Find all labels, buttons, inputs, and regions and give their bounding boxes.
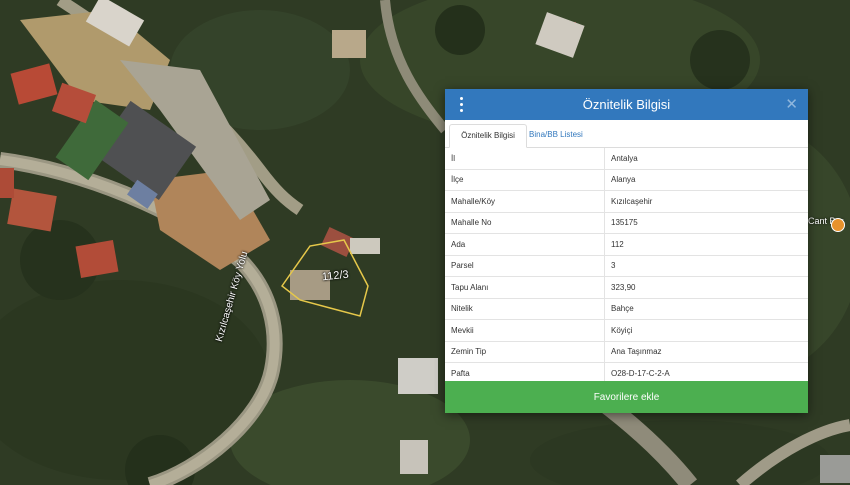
row-value: 112 xyxy=(604,233,808,256)
row-key: Zemin Tip xyxy=(445,341,605,363)
row-key: Mahalle No xyxy=(445,212,605,234)
row-value: Kızılcaşehir xyxy=(604,190,808,213)
attribute-dialog: Öznitelik Bilgisi ✕ Öznitelik Bilgisi Bi… xyxy=(445,89,808,413)
row-key: Nitelik xyxy=(445,298,605,320)
table-row: Nitelik Bahçe xyxy=(445,298,808,320)
table-row: Mevkii Köyiçi xyxy=(445,319,808,342)
table-row: Ada 112 xyxy=(445,233,808,256)
row-value: Bahçe xyxy=(604,298,808,320)
table-row: Mahalle No 135175 xyxy=(445,212,808,234)
table-row: Zemin Tip Ana Taşınmaz xyxy=(445,341,808,363)
row-key: Mevkii xyxy=(445,319,605,342)
row-value: Ana Taşınmaz xyxy=(604,341,808,363)
tab-attribute-info[interactable]: Öznitelik Bilgisi xyxy=(449,124,527,148)
row-value: 323,90 xyxy=(604,276,808,299)
table-row: Mahalle/Köy Kızılcaşehir xyxy=(445,190,808,213)
poi-marker-icon[interactable] xyxy=(831,218,845,232)
attribute-table: İl Antalya İlçe Alanya Mahalle/Köy Kızılcaş… xyxy=(445,148,808,385)
row-key: İlçe xyxy=(445,169,605,191)
row-key: İl xyxy=(445,148,605,170)
table-row: İl Antalya xyxy=(445,148,808,170)
row-value: Alanya xyxy=(604,169,808,191)
dialog-header: Öznitelik Bilgisi ✕ xyxy=(445,89,808,120)
table-row: Tapu Alanı 323,90 xyxy=(445,276,808,299)
table-row: Parsel 3 xyxy=(445,255,808,277)
row-key: Tapu Alanı xyxy=(445,276,605,299)
row-key: Parsel xyxy=(445,255,605,277)
tab-building-list[interactable]: Bina/BB Listesi xyxy=(523,124,589,146)
close-icon[interactable]: ✕ xyxy=(785,95,798,113)
add-to-favorites-button[interactable]: Favorilere ekle xyxy=(445,381,808,413)
tab-bar: Öznitelik Bilgisi Bina/BB Listesi xyxy=(445,120,808,148)
dialog-title: Öznitelik Bilgisi xyxy=(582,97,671,112)
row-key: Ada xyxy=(445,233,605,256)
row-value: 3 xyxy=(604,255,808,277)
row-value: Köyiçi xyxy=(604,319,808,342)
kebab-menu-icon[interactable] xyxy=(458,97,464,112)
row-value: Antalya xyxy=(604,148,808,170)
row-value: 135175 xyxy=(604,212,808,234)
row-key: Mahalle/Köy xyxy=(445,190,605,213)
table-row: İlçe Alanya xyxy=(445,169,808,191)
